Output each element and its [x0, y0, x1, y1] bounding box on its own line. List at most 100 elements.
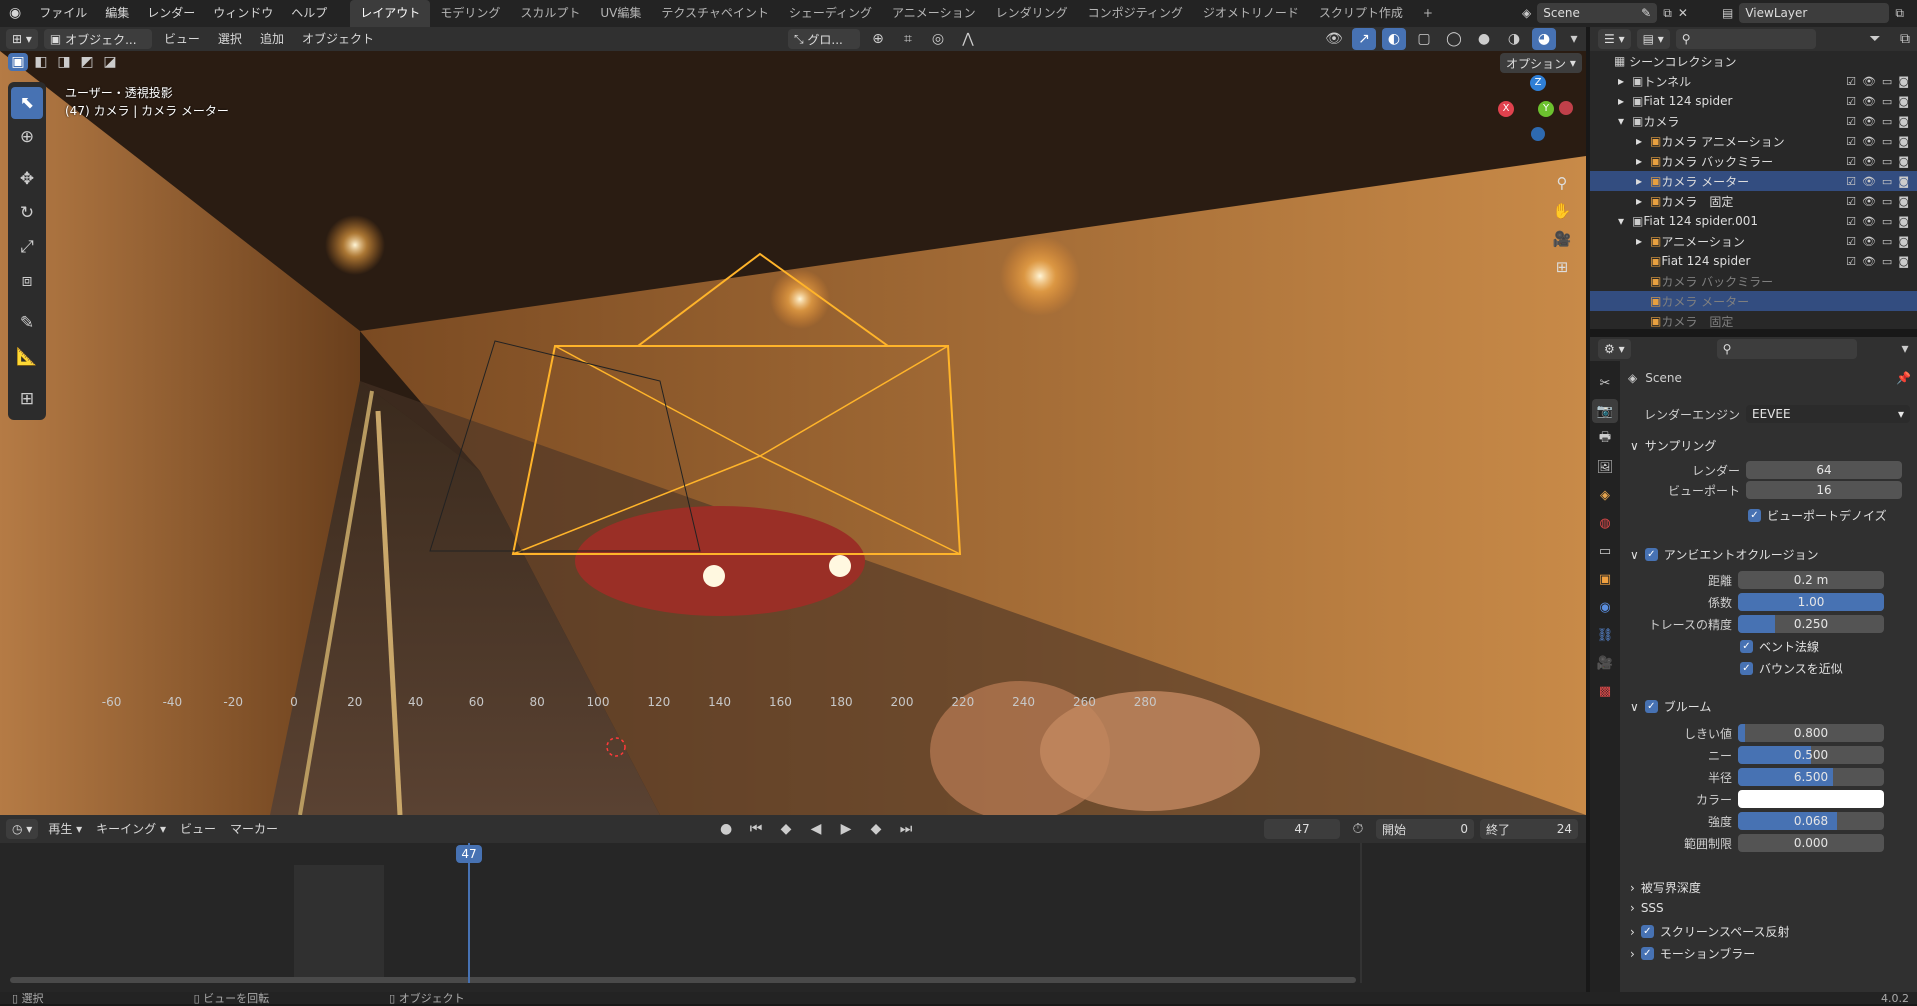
outliner-row[interactable]: ▸ ▣ アニメーション ☑ 👁 ▭ ◙: [1590, 231, 1917, 251]
pivot-icon[interactable]: ⊕: [866, 28, 890, 50]
checkbox-icon[interactable]: ☑: [1846, 255, 1856, 268]
properties-options-icon[interactable]: ▾: [1893, 338, 1917, 360]
menu-render[interactable]: レンダー: [138, 0, 204, 27]
eye-icon[interactable]: 👁: [1862, 95, 1876, 108]
gizmo-x-axis[interactable]: X: [1498, 101, 1514, 117]
viewport-denoise-checkbox[interactable]: ✓ ビューポートデノイズ: [1748, 507, 1887, 524]
camera-view-icon[interactable]: 🎥: [1548, 225, 1576, 253]
collection-tab-icon[interactable]: ▭: [1592, 539, 1618, 563]
jump-end-icon[interactable]: ⏭: [894, 818, 918, 840]
menu-edit[interactable]: 編集: [96, 0, 138, 27]
blender-logo-icon[interactable]: ◉: [0, 0, 30, 27]
sampling-panel-header[interactable]: ∨ サンプリング: [1630, 437, 1716, 454]
select-extend-icon[interactable]: ◧: [31, 53, 51, 71]
bent-normals-checkbox[interactable]: ✓ ベント法線: [1740, 638, 1819, 655]
bounce-approx-checkbox[interactable]: ✓ バウンスを近似: [1740, 660, 1843, 677]
checkbox-icon[interactable]: ☑: [1846, 195, 1856, 208]
material-shading-icon[interactable]: ◑: [1502, 28, 1526, 50]
jump-start-icon[interactable]: ⏮: [744, 818, 768, 840]
bloom-radius-slider[interactable]: 6.500: [1738, 768, 1884, 786]
monitor-icon[interactable]: ▭: [1882, 95, 1892, 108]
expand-icon[interactable]: ▸: [1618, 94, 1632, 108]
render-tab-icon[interactable]: 📷: [1592, 399, 1618, 423]
monitor-icon[interactable]: ▭: [1882, 195, 1892, 208]
playhead-frame[interactable]: 47: [456, 845, 482, 863]
record-icon[interactable]: ●: [714, 818, 738, 840]
next-keyframe-icon[interactable]: ◆: [864, 818, 888, 840]
eye-icon[interactable]: 👁: [1862, 155, 1876, 168]
annotate-tool-icon[interactable]: ✎: [11, 307, 43, 339]
timeline-editor-type[interactable]: ◷ ▾: [6, 819, 39, 839]
menu-keying[interactable]: キーイング ▾: [92, 815, 170, 843]
tab-geometry-nodes[interactable]: ジオメトリノード: [1193, 0, 1309, 27]
monitor-icon[interactable]: ▭: [1882, 255, 1892, 268]
camera-icon[interactable]: ◙: [1898, 235, 1909, 248]
proportional-edit-icon[interactable]: ◎: [926, 28, 950, 50]
prev-keyframe-icon[interactable]: ◆: [774, 818, 798, 840]
bloom-knee-slider[interactable]: 0.500: [1738, 746, 1884, 764]
view-layer-tab-icon[interactable]: 🖼: [1592, 455, 1618, 479]
outliner-row[interactable]: ▸ ▣ カメラ 固定 ☑ 👁 ▭ ◙: [1590, 191, 1917, 211]
outliner-row[interactable]: ▣ カメラ バックミラー: [1590, 271, 1917, 291]
select-tool-icon[interactable]: ⬉: [11, 87, 43, 119]
tab-rendering[interactable]: レンダリング: [986, 0, 1078, 27]
monitor-icon[interactable]: ▭: [1882, 175, 1892, 188]
end-frame-field[interactable]: 終了 24: [1480, 819, 1578, 839]
outliner-row[interactable]: ▸ ▣ カメラ バックミラー ☑ 👁 ▭ ◙: [1590, 151, 1917, 171]
tab-compositing[interactable]: コンポジティング: [1078, 0, 1193, 27]
collapsed-panel-header[interactable]: › ✓ スクリーンスペース反射: [1630, 923, 1790, 940]
physics-tab-icon[interactable]: ◉: [1592, 595, 1618, 619]
expand-icon[interactable]: ▾: [1618, 114, 1632, 128]
pan-hand-icon[interactable]: ✋: [1548, 197, 1576, 225]
expand-icon[interactable]: ▸: [1618, 74, 1632, 88]
eye-icon[interactable]: 👁: [1862, 75, 1876, 88]
constraints-tab-icon[interactable]: ⛓: [1592, 623, 1618, 647]
data-tab-icon[interactable]: 🎥: [1592, 651, 1618, 675]
collapsed-panel-header[interactable]: › SSS: [1630, 901, 1664, 915]
scene-tab-icon[interactable]: ◈: [1592, 483, 1618, 507]
collapsed-panel-header[interactable]: › 被写界深度: [1630, 879, 1701, 896]
wireframe-shading-icon[interactable]: ◯: [1442, 28, 1466, 50]
add-workspace-button[interactable]: +: [1413, 0, 1443, 27]
ao-precision-slider[interactable]: 0.250: [1738, 615, 1884, 633]
checkbox-icon[interactable]: ☑: [1846, 115, 1856, 128]
tab-shading[interactable]: シェーディング: [779, 0, 882, 27]
cursor-tool-icon[interactable]: ⊕: [11, 121, 43, 153]
shading-options-icon[interactable]: ▾: [1562, 28, 1586, 50]
camera-icon[interactable]: ◙: [1898, 95, 1909, 108]
editor-type-button[interactable]: ⊞ ▾: [6, 29, 38, 49]
checkbox-icon[interactable]: ☑: [1846, 155, 1856, 168]
expand-icon[interactable]: ▸: [1636, 134, 1650, 148]
menu-playback[interactable]: 再生 ▾: [44, 815, 86, 843]
tab-modeling[interactable]: モデリング: [430, 0, 510, 27]
scene-field[interactable]: Scene ✎: [1537, 3, 1658, 23]
outliner-row[interactable]: ▸ ▣ トンネル ☑ 👁 ▭ ◙: [1590, 71, 1917, 91]
options-dropdown[interactable]: オプション ▾: [1500, 53, 1582, 73]
eye-icon[interactable]: 👁: [1862, 115, 1876, 128]
properties-editor-type[interactable]: ⚙ ▾: [1598, 339, 1631, 359]
checkbox-icon[interactable]: ☑: [1846, 215, 1856, 228]
gizmo-z-axis[interactable]: Z: [1530, 75, 1546, 91]
current-frame-field[interactable]: 47: [1264, 819, 1340, 839]
play-icon[interactable]: ▶: [834, 818, 858, 840]
move-tool-icon[interactable]: ✥: [11, 163, 43, 195]
menu-file[interactable]: ファイル: [30, 0, 96, 27]
panel-enable-checkbox[interactable]: ✓: [1640, 947, 1654, 960]
monitor-icon[interactable]: ▭: [1882, 115, 1892, 128]
outliner-row[interactable]: ▾ ▣ カメラ ☑ 👁 ▭ ◙: [1590, 111, 1917, 131]
playhead-line[interactable]: [468, 843, 470, 983]
eye-icon[interactable]: 👁: [1862, 135, 1876, 148]
outliner-row[interactable]: ▣ Fiat 124 spider ☑ 👁 ▭ ◙: [1590, 251, 1917, 271]
scale-tool-icon[interactable]: ⤢: [11, 231, 43, 263]
solid-shading-icon[interactable]: ●: [1472, 28, 1496, 50]
ao-distance-field[interactable]: 0.2 m: [1738, 571, 1884, 589]
new-viewlayer-icon[interactable]: ⧉: [1895, 6, 1904, 21]
ortho-grid-icon[interactable]: ⊞: [1548, 253, 1576, 281]
measure-tool-icon[interactable]: 📐: [11, 341, 43, 373]
viewlayer-icon[interactable]: ▤: [1722, 6, 1733, 20]
expand-icon[interactable]: ▸: [1636, 234, 1650, 248]
delete-scene-icon[interactable]: ✕: [1678, 6, 1688, 20]
monitor-icon[interactable]: ▭: [1882, 155, 1892, 168]
visibility-icon[interactable]: 👁: [1322, 28, 1346, 50]
ao-panel-header[interactable]: ∨ ✓ アンビエントオクルージョン: [1630, 546, 1818, 563]
